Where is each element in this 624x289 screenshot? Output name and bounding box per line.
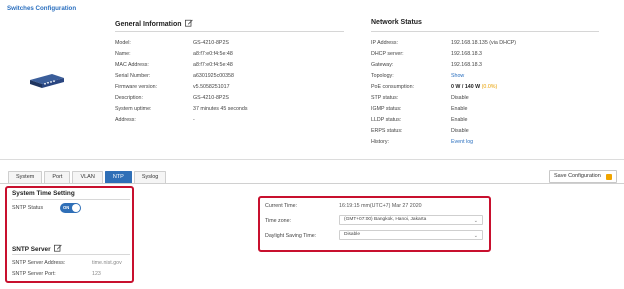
chevron-down-icon: ⌄	[473, 233, 478, 239]
tab-vlan[interactable]: VLAN	[72, 171, 103, 183]
topology-show-link[interactable]: Show	[451, 73, 464, 79]
chevron-down-icon: ⌄	[473, 218, 478, 224]
tab-port[interactable]: Port	[44, 171, 71, 183]
sntp-server-title: SNTP Server	[12, 244, 63, 253]
device-info-panel: Switches Configuration General Informati…	[0, 0, 624, 160]
time-zone-select[interactable]: (GMT+07:00) Bangkok, Hanoi, Jakarta ⌄	[339, 215, 483, 225]
network-status-divider	[371, 31, 599, 32]
edit-icon[interactable]	[54, 244, 63, 252]
sntp-status-label: SNTP Status	[12, 205, 44, 211]
tab-ntp[interactable]: NTP	[104, 171, 132, 183]
edit-icon[interactable]	[185, 19, 194, 27]
toggle-knob	[72, 204, 80, 212]
sntp-server-address-row: SNTP Server Address: time.nist.gov	[12, 260, 122, 266]
switch-device-image	[30, 74, 64, 88]
time-zone-row: Time zone: (GMT+07:00) Bangkok, Hanoi, J…	[265, 215, 487, 225]
page-title: Switches Configuration	[7, 5, 77, 12]
current-time-row: Current Time: 16:19:15 mm(UTC+7) Mar 27 …	[265, 203, 422, 209]
config-tabs: System Port VLAN NTP Syslog	[8, 171, 168, 183]
general-info-divider	[115, 31, 344, 32]
network-status-title: Network Status	[371, 19, 422, 26]
sntp-server-divider	[12, 254, 130, 255]
highlight-box-sntp	[5, 186, 134, 283]
sntp-server-port-row: SNTP Server Port: 123	[12, 271, 101, 277]
general-info-title: General Information	[115, 19, 194, 28]
system-time-divider	[12, 199, 130, 200]
tab-divider	[0, 183, 624, 184]
tab-syslog[interactable]: Syslog	[133, 171, 167, 183]
sntp-status-toggle[interactable]: ON	[60, 203, 81, 213]
event-log-link[interactable]: Event log	[451, 139, 473, 145]
daylight-saving-select[interactable]: Disable ⌄	[339, 230, 483, 240]
save-configuration-button[interactable]: Save Configuration	[549, 170, 617, 183]
save-icon	[606, 174, 612, 180]
daylight-saving-row: Daylight Saving Time: Disable ⌄	[265, 230, 487, 240]
tab-system[interactable]: System	[8, 171, 43, 183]
system-time-title: System Time Setting	[12, 190, 75, 197]
